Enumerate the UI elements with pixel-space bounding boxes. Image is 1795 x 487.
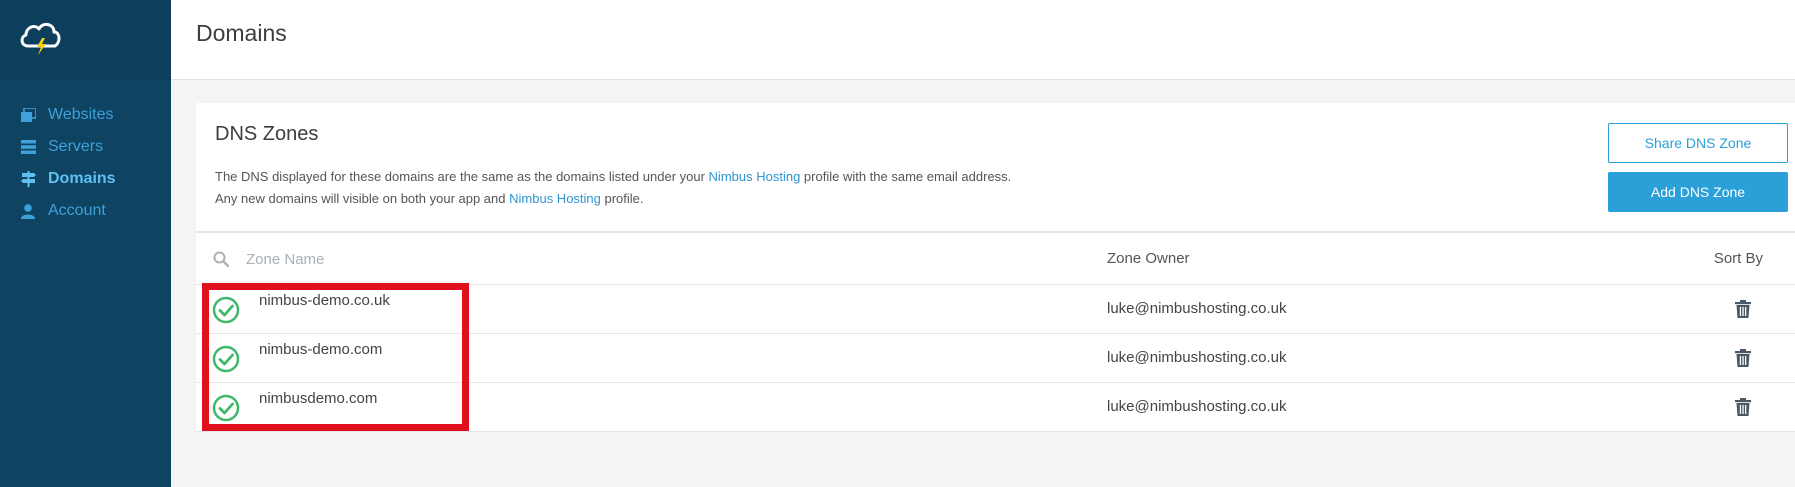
zone-owner: luke@nimbushosting.co.uk [1107, 398, 1287, 415]
sidebar-item-label: Account [48, 202, 106, 219]
table-header: Zone Owner Sort By [196, 231, 1795, 285]
zone-owner-header: Zone Owner [1107, 250, 1190, 267]
nimbus-hosting-link[interactable]: Nimbus Hosting [509, 191, 601, 206]
description-line-2: Any new domains will visible on both you… [215, 188, 1011, 210]
table-row[interactable]: nimbusdemo.com luke@nimbushosting.co.uk [196, 383, 1795, 432]
signpost-icon [20, 171, 36, 187]
trash-icon[interactable] [1735, 398, 1751, 416]
card-description: The DNS displayed for these domains are … [215, 166, 1011, 210]
zone-name[interactable]: nimbusdemo.com [259, 390, 377, 407]
logo-area [0, 0, 171, 80]
sidebar-item-label: Domains [48, 170, 116, 187]
zone-name[interactable]: nimbus-demo.co.uk [259, 292, 390, 309]
share-dns-zone-button[interactable]: Share DNS Zone [1608, 123, 1788, 163]
sort-by-button[interactable]: Sort By [1714, 250, 1763, 267]
dns-zones-card: DNS Zones The DNS displayed for these do… [196, 103, 1795, 432]
sidebar-item-account[interactable]: Account [0, 195, 171, 227]
sidebar-nav: Websites Servers Domains Account [0, 99, 171, 227]
sidebar-item-label: Servers [48, 138, 104, 155]
add-dns-zone-button[interactable]: Add DNS Zone [1608, 172, 1788, 212]
zone-name-search-input[interactable] [246, 247, 476, 271]
description-text: The DNS displayed for these domains are … [215, 169, 709, 184]
sidebar-item-domains[interactable]: Domains [0, 163, 171, 195]
trash-icon[interactable] [1735, 300, 1751, 318]
table-row[interactable]: nimbus-demo.com luke@nimbushosting.co.uk [196, 334, 1795, 383]
description-text: Any new domains will visible on both you… [215, 191, 510, 206]
cloud-lightning-icon[interactable] [18, 16, 62, 56]
description-text: profile with the same email address. [800, 169, 1012, 184]
zone-owner: luke@nimbushosting.co.uk [1107, 349, 1287, 366]
description-line-1: The DNS displayed for these domains are … [215, 166, 1011, 188]
sidebar-item-label: Websites [48, 106, 114, 123]
check-circle-icon [212, 296, 240, 324]
check-circle-icon [212, 394, 240, 422]
top-bar: Domains [171, 0, 1795, 80]
card-title: DNS Zones [215, 123, 319, 145]
zone-name[interactable]: nimbus-demo.com [259, 341, 382, 358]
sidebar: Websites Servers Domains Account [0, 0, 171, 487]
search-icon [213, 251, 229, 267]
sidebar-item-servers[interactable]: Servers [0, 131, 171, 163]
user-icon [20, 203, 36, 219]
trash-icon[interactable] [1735, 349, 1751, 367]
description-text: profile. [600, 191, 644, 206]
sidebar-item-websites[interactable]: Websites [0, 99, 171, 131]
table-row[interactable]: nimbus-demo.co.uk luke@nimbushosting.co.… [196, 285, 1795, 334]
zones-table: Zone Owner Sort By nimbus-demo.co.uk luk… [196, 231, 1795, 432]
websites-icon [20, 107, 36, 123]
page-title: Domains [196, 20, 287, 46]
zone-owner: luke@nimbushosting.co.uk [1107, 300, 1287, 317]
check-circle-icon [212, 345, 240, 373]
servers-icon [20, 139, 36, 155]
nimbus-hosting-link[interactable]: Nimbus Hosting [709, 169, 801, 184]
